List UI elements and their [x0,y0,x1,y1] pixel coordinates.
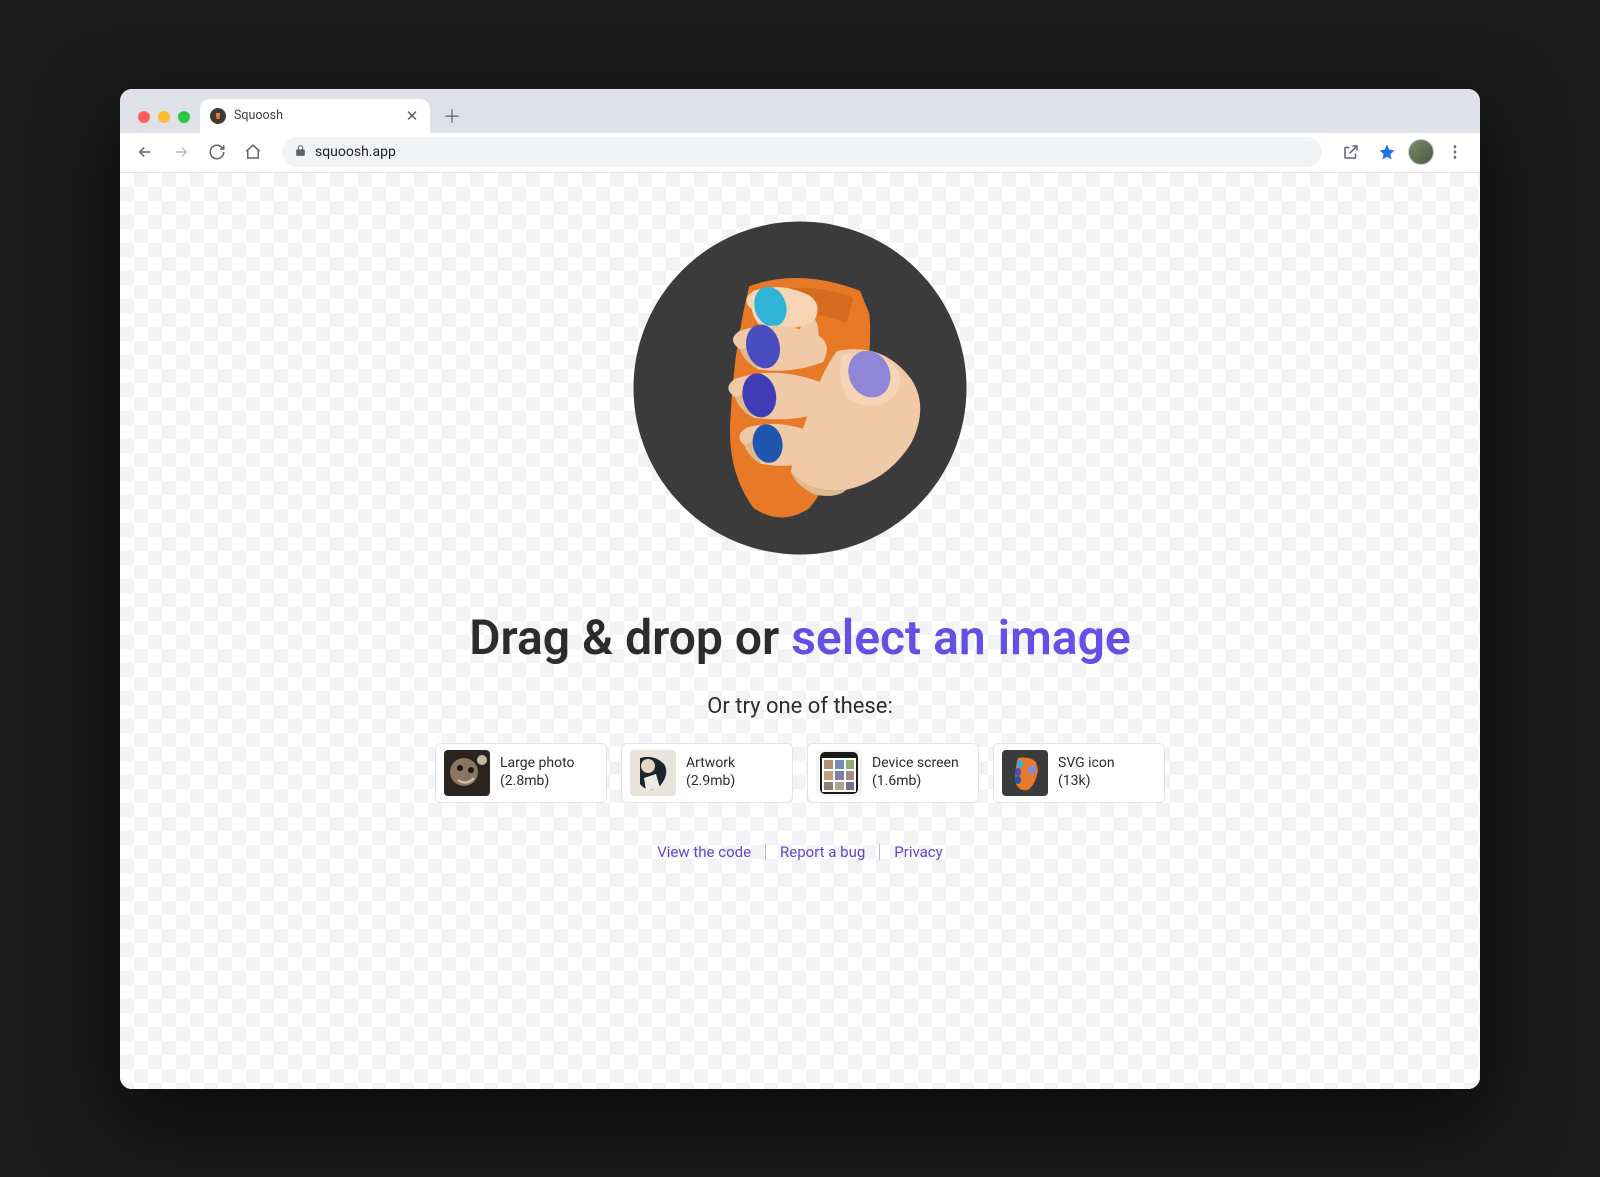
select-image-link[interactable]: select an image [791,609,1131,666]
separator [879,844,880,860]
squoosh-favicon-icon [210,108,226,124]
view-code-link[interactable]: View the code [657,843,751,861]
squoosh-logo-icon [615,203,985,573]
back-button[interactable] [130,137,160,167]
drop-zone[interactable]: Drag & drop or select an image Or try on… [120,173,1480,1089]
subheadline: Or try one of these: [707,694,893,719]
privacy-link[interactable]: Privacy [894,843,942,861]
sample-label: Artwork [686,755,735,773]
sample-svg-icon[interactable]: SVG icon (13k) [993,743,1165,803]
sample-list: Large photo (2.8mb) Artwork (2.9mb) [435,743,1165,803]
address-bar[interactable]: squoosh.app [282,137,1322,167]
sample-size: (13k) [1058,773,1115,791]
footer-links: View the code Report a bug Privacy [657,843,943,861]
traffic-lights [132,111,200,133]
reload-button[interactable] [202,137,232,167]
tab-strip: Squoosh ✕ ＋ [120,89,1480,133]
headline: Drag & drop or select an image [469,609,1130,666]
tab-close-button[interactable]: ✕ [404,108,420,124]
menu-button[interactable] [1440,137,1470,167]
open-external-button[interactable] [1336,137,1366,167]
bookmark-button[interactable] [1372,137,1402,167]
device-screen-thumb-icon [816,750,862,796]
sample-label: Large photo [500,755,575,773]
page-content: Drag & drop or select an image Or try on… [120,173,1480,1089]
large-photo-thumb-icon [444,750,490,796]
sample-artwork[interactable]: Artwork (2.9mb) [621,743,793,803]
url-text: squoosh.app [315,144,396,160]
sample-label: SVG icon [1058,755,1115,773]
artwork-thumb-icon [630,750,676,796]
sample-size: (2.9mb) [686,773,735,791]
sample-label: Device screen [872,755,959,773]
svg-icon-thumb-icon [1002,750,1048,796]
sample-large-photo[interactable]: Large photo (2.8mb) [435,743,607,803]
new-tab-button[interactable]: ＋ [438,102,466,130]
report-bug-link[interactable]: Report a bug [780,843,865,861]
home-button[interactable] [238,137,268,167]
browser-tab[interactable]: Squoosh ✕ [200,99,430,133]
browser-window: Squoosh ✕ ＋ squoosh.app [120,89,1480,1089]
profile-avatar[interactable] [1408,139,1434,165]
tab-title: Squoosh [234,108,283,123]
lock-icon [294,144,307,161]
separator [765,844,766,860]
sample-size: (2.8mb) [500,773,575,791]
sample-size: (1.6mb) [872,773,959,791]
sample-device-screen[interactable]: Device screen (1.6mb) [807,743,979,803]
close-window-button[interactable] [138,111,150,123]
browser-toolbar: squoosh.app [120,133,1480,173]
forward-button[interactable] [166,137,196,167]
headline-prefix: Drag & drop or [469,609,791,666]
maximize-window-button[interactable] [178,111,190,123]
minimize-window-button[interactable] [158,111,170,123]
